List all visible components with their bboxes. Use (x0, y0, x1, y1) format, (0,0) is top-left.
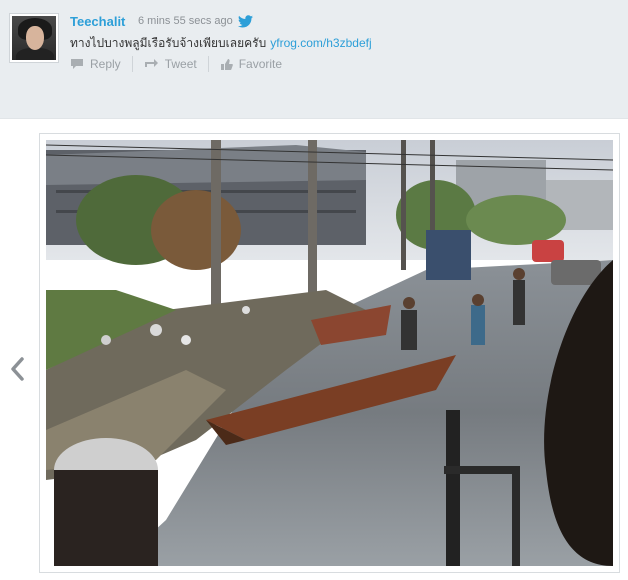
reply-icon (71, 59, 83, 69)
action-divider (207, 56, 209, 72)
photo-frame (39, 133, 620, 573)
reply-label: Reply (90, 57, 121, 71)
action-divider (131, 56, 133, 72)
tweet-header: Teechalit 6 mins 55 secs ago ทางไปบางพลู… (0, 0, 628, 119)
twitter-bird-icon (238, 15, 253, 28)
timestamp[interactable]: 6 mins 55 secs ago (138, 15, 233, 27)
retweet-button[interactable]: Tweet (144, 57, 197, 71)
favorite-button[interactable]: Favorite (220, 57, 282, 71)
avatar[interactable] (9, 13, 59, 63)
favorite-icon (220, 58, 233, 70)
photo-illustration (46, 140, 613, 566)
chevron-left-icon[interactable] (8, 356, 26, 382)
retweet-label: Tweet (164, 57, 197, 71)
tweet-body: ทางไปบางพลูมีเรือรับจ้างเพียบเลยครับ (70, 36, 267, 50)
retweet-icon (144, 59, 158, 67)
username-link[interactable]: Teechalit (70, 14, 125, 29)
reply-button[interactable]: Reply (70, 57, 121, 71)
flood-photo[interactable] (46, 140, 613, 566)
tweet-actions: Reply Tweet Favorite (70, 56, 282, 72)
favorite-label: Favorite (238, 57, 283, 71)
tweet-link[interactable]: yfrog.com/h3zbdefj (270, 36, 371, 50)
tweet-text: ทางไปบางพลูมีเรือรับจ้างเพียบเลยครับ yfro… (70, 34, 372, 53)
avatar-image (12, 16, 56, 60)
